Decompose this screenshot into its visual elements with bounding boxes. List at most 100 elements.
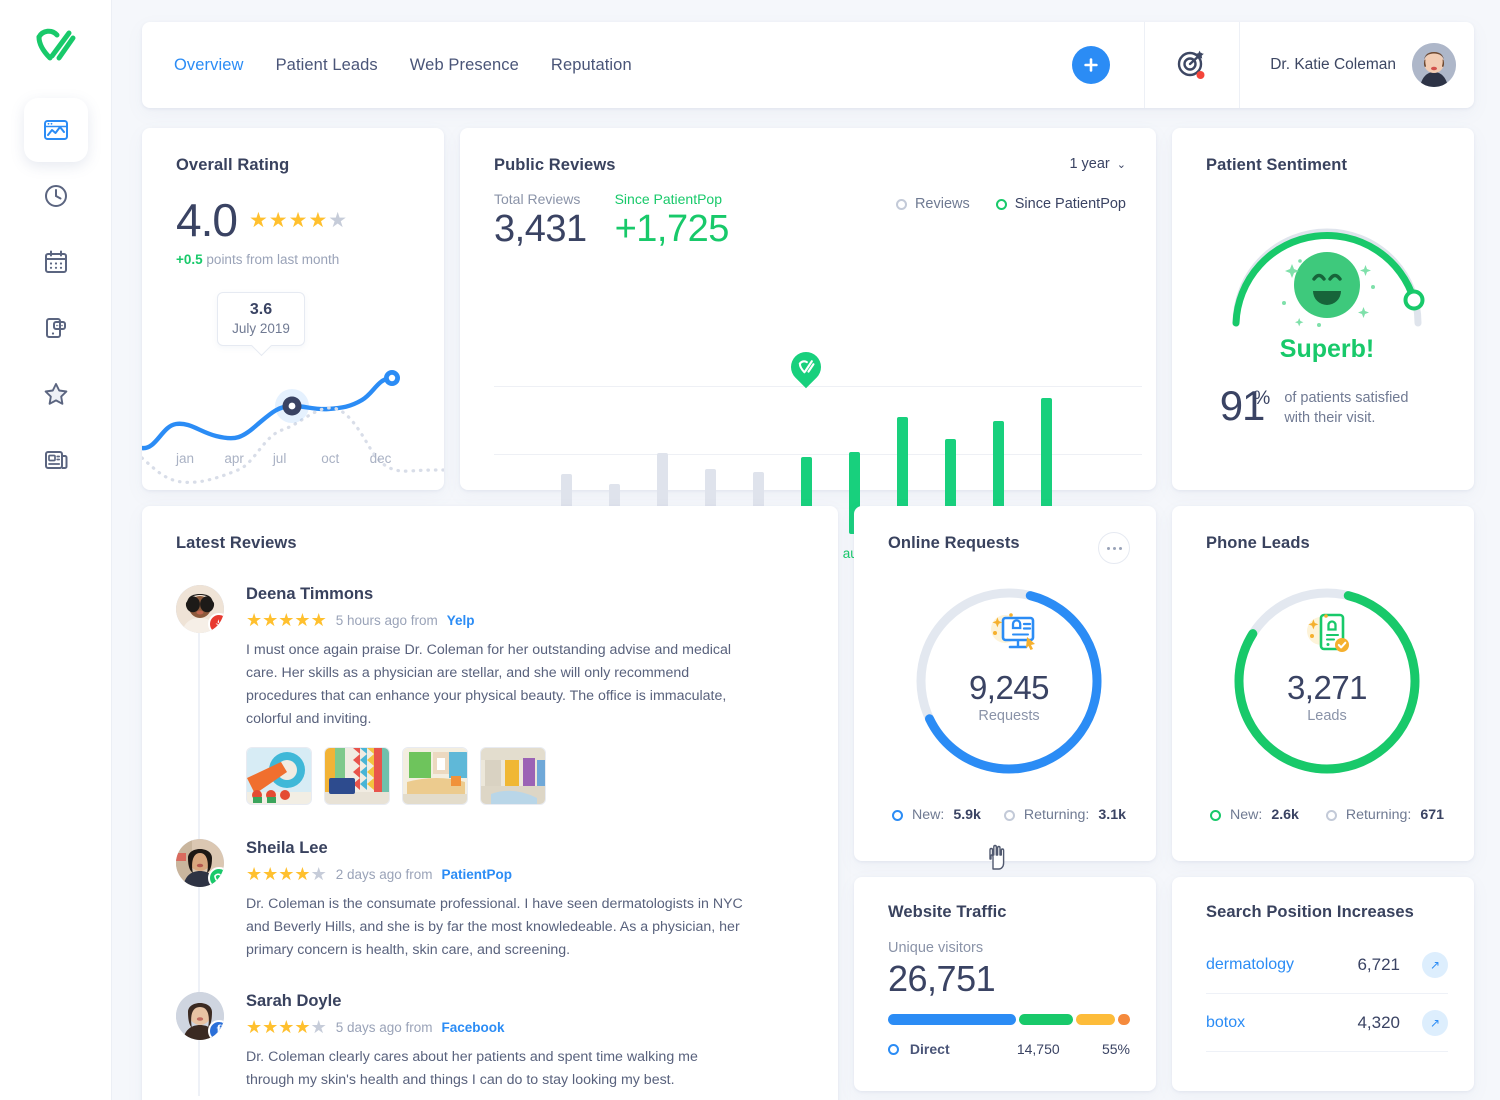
review-source[interactable]: Yelp — [447, 613, 475, 628]
period-selector[interactable]: 1 year ⌄ — [1069, 156, 1126, 172]
sidebar-item-history[interactable] — [24, 164, 88, 228]
legend-new[interactable]: New: 5.9k — [892, 807, 981, 823]
requests-unit: Requests — [978, 708, 1039, 724]
sidebar-item-content[interactable] — [24, 428, 88, 492]
clock-icon — [43, 183, 69, 209]
tooltip-value: 3.6 — [218, 301, 304, 319]
sentiment-percent-row: 91 % of patients satisfied with their vi… — [1206, 386, 1448, 429]
legend-dot — [1004, 810, 1015, 821]
axis-tick: oct — [321, 451, 369, 466]
website-traffic-card: Website Traffic Unique visitors 26,751 D… — [854, 877, 1156, 1091]
tab-web-presence[interactable]: Web Presence — [410, 56, 519, 75]
tab-patient-leads[interactable]: Patient Leads — [276, 56, 378, 75]
traffic-segment-direct[interactable] — [888, 1014, 1016, 1025]
rating-delta: +0.5 points from last month — [176, 252, 418, 267]
yelp-badge-icon — [208, 613, 224, 633]
review-item: Deena Timmons ★★★★★ 5 hours ago from Yel… — [176, 585, 808, 805]
traffic-legend-row[interactable]: Direct 14,750 55% — [888, 1041, 1130, 1057]
star-filled: ★ — [308, 210, 327, 231]
leads-value: 3,271 — [1287, 669, 1367, 707]
star-icon — [42, 380, 70, 408]
patientpop-logo[interactable] — [28, 22, 84, 72]
traffic-segment-referral[interactable] — [1076, 1014, 1116, 1025]
legend-label: Reviews — [915, 196, 970, 212]
review-stars: ★★★★★ — [246, 1018, 327, 1036]
dashboard-chart-icon — [42, 116, 70, 144]
traffic-segment-other[interactable] — [1118, 1014, 1130, 1025]
patientpop-pin-icon — [785, 346, 827, 388]
right-column: Online Requests — [854, 506, 1474, 1100]
rating-stars: ★ ★ ★ ★ ★ — [249, 210, 347, 231]
more-options-icon[interactable] — [1098, 532, 1130, 564]
requests-legend: New: 5.9k Returning: 3.1k — [888, 807, 1130, 823]
review-stars: ★★★★★ — [246, 611, 327, 629]
keyword-link[interactable]: dermatology — [1206, 956, 1357, 974]
card-title: Search Position Increases — [1206, 903, 1448, 922]
arrow-up-right-icon[interactable]: ↗ — [1422, 952, 1448, 978]
period-label: 1 year — [1069, 156, 1109, 172]
phone-leads-donut: 3,271 Leads — [1227, 581, 1427, 781]
goals-button[interactable] — [1145, 48, 1239, 82]
review-source[interactable]: Facebook — [442, 1020, 505, 1035]
sidebar-item-dashboard[interactable] — [24, 98, 88, 162]
legend-returning[interactable]: Returning: 3.1k — [1004, 807, 1126, 823]
review-item: f Sarah Doyle ★★★★★ 5 days ago from Face… — [176, 992, 808, 1092]
star-empty: ★ — [328, 210, 347, 231]
rating-delta-value: +0.5 — [176, 252, 203, 267]
user-menu[interactable]: Dr. Katie Coleman — [1240, 43, 1474, 87]
legend-reviews[interactable]: Reviews — [896, 196, 970, 212]
online-requests-card: Online Requests — [854, 506, 1156, 861]
review-photo[interactable] — [246, 747, 312, 805]
arrow-up-right-icon[interactable]: ↗ — [1422, 1010, 1448, 1036]
review-source[interactable]: PatientPop — [442, 867, 513, 882]
phone-leads-card: Phone Leads — [1172, 506, 1474, 861]
content-row: Latest Reviews — [142, 506, 1474, 1100]
sidebar-item-messages[interactable] — [24, 296, 88, 360]
card-title: Phone Leads — [1206, 534, 1448, 553]
traffic-source-percent: 55% — [1102, 1041, 1130, 1057]
plus-icon — [1082, 56, 1100, 74]
chevron-down-icon: ⌄ — [1117, 159, 1126, 171]
review-photo[interactable] — [402, 747, 468, 805]
dashboard-app: Overview Patient Leads Web Presence Repu… — [0, 0, 1500, 1100]
card-title: Website Traffic — [888, 903, 1130, 922]
legend-value: 5.9k — [953, 807, 981, 823]
sidebar-item-calendar[interactable] — [24, 230, 88, 294]
add-button[interactable] — [1072, 46, 1110, 84]
rating-value-row: 4.0 ★ ★ ★ ★ ★ — [176, 197, 418, 243]
main-content: Overview Patient Leads Web Presence Repu… — [112, 0, 1500, 1100]
traffic-segment-organic[interactable] — [1019, 1014, 1073, 1025]
traffic-source-value: 14,750 — [1017, 1041, 1102, 1057]
legend-dot — [1210, 810, 1221, 821]
leads-legend: New: 2.6k Returning: 671 — [1206, 807, 1448, 823]
rating-value: 4.0 — [176, 197, 237, 243]
tab-overview[interactable]: Overview — [174, 56, 244, 75]
stat-value: +1,725 — [615, 207, 729, 252]
tab-reputation[interactable]: Reputation — [551, 56, 632, 75]
since-patientpop-stat: Since PatientPop +1,725 — [615, 191, 729, 252]
top-navigation-bar: Overview Patient Leads Web Presence Repu… — [142, 22, 1474, 108]
legend-since-patientpop[interactable]: Since PatientPop — [996, 196, 1126, 212]
legend-new[interactable]: New: 2.6k — [1210, 807, 1299, 823]
traffic-source-name: Direct — [910, 1041, 1017, 1057]
mouse-cursor — [986, 842, 1008, 877]
sidebar-item-reviews[interactable] — [24, 362, 88, 426]
review-body: Sarah Doyle ★★★★★ 5 days ago from Facebo… — [246, 992, 746, 1092]
keyword-link[interactable]: botox — [1206, 1014, 1357, 1032]
reviewer-name: Sheila Lee — [246, 839, 746, 858]
facebook-badge-icon: f — [208, 1020, 224, 1040]
review-item: Sheila Lee ★★★★★ 2 days ago from Patient… — [176, 839, 808, 962]
rating-delta-text: points from last month — [206, 252, 339, 267]
reviewer-avatar — [176, 839, 224, 887]
legend-returning[interactable]: Returning: 671 — [1326, 807, 1444, 823]
review-photo[interactable] — [480, 747, 546, 805]
sentiment-label: Superb! — [1206, 335, 1448, 364]
user-name: Dr. Katie Coleman — [1270, 56, 1396, 74]
total-reviews-stat: Total Reviews 3,431 — [494, 191, 587, 252]
axis-tick: jul — [273, 451, 321, 466]
review-photos — [246, 747, 746, 805]
metrics-row: Overall Rating 4.0 ★ ★ ★ ★ ★ +0.5 points… — [142, 128, 1474, 490]
reviewer-name: Deena Timmons — [246, 585, 746, 604]
review-photo[interactable] — [324, 747, 390, 805]
patientpop-badge-icon — [208, 867, 224, 887]
